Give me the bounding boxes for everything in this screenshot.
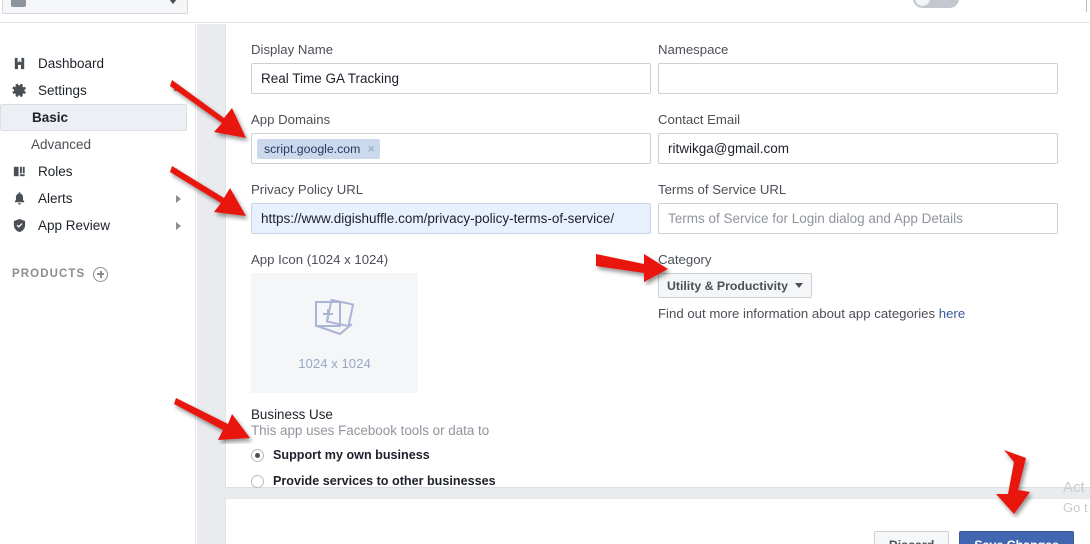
home-icon [12,56,32,71]
category-help-link[interactable]: here [939,306,965,321]
contact-email-field-group: Contact Email [658,112,1065,164]
category-field-group: Category Utility & Productivity Find out… [658,252,1065,321]
discard-button[interactable]: Discard [873,531,950,544]
add-photo-icon [308,296,362,349]
app-domains-label: App Domains [251,112,331,127]
business-use-label: Business Use [251,407,333,422]
products-section-header: PRODUCTS [0,261,195,287]
terms-of-service-url-label: Terms of Service URL [658,182,787,197]
chevron-down-icon [794,283,803,288]
sidebar-item-basic[interactable]: Basic [0,104,187,131]
display-name-label: Display Name [251,42,334,57]
app-icon-dimensions-label: 1024 x 1024 [298,355,371,371]
sidebar-item-dashboard[interactable]: Dashboard [0,50,195,77]
sidebar-item-advanced[interactable]: Advanced [0,131,195,158]
chevron-down-icon [169,0,177,4]
remove-tag-icon[interactable]: × [367,142,375,155]
app-icon-field-group: App Icon (1024 x 1024) 1024 x 1024 [251,252,658,393]
namespace-field-group: Namespace [658,42,1065,94]
app-domains-input[interactable]: script.google.com × [251,133,651,164]
basic-settings-card: Display Name App Domains script.google.c… [225,24,1090,488]
windows-activation-watermark: Act Go t [1063,478,1090,518]
app-domains-field-group: App Domains script.google.com × [251,112,658,164]
sidebar-item-label: Dashboard [38,56,105,71]
namespace-input[interactable] [658,63,1058,94]
roles-icon [12,164,32,179]
privacy-policy-url-input[interactable] [251,203,651,234]
save-changes-button[interactable]: Save Changes [959,531,1074,544]
terms-of-service-url-field-group: Terms of Service URL [658,182,1065,234]
display-name-input[interactable] [251,63,651,94]
sidebar-sub-label: Basic [32,110,69,125]
sidebar-item-settings[interactable]: Settings [0,77,195,104]
left-sidebar: Dashboard Settings Basic Advanced Roles [0,24,196,544]
app-domain-tag-label: script.google.com [264,141,361,156]
header-toggle[interactable] [913,0,959,8]
form-column-right: Namespace Contact Email Terms of Service… [658,42,1065,491]
app-domain-tag: script.google.com × [257,138,380,159]
products-label: PRODUCTS [12,268,86,280]
sidebar-item-app-review[interactable]: App Review [0,212,195,239]
shield-check-icon [12,218,32,233]
sidebar-item-label: Roles [38,164,73,179]
header-divider [1086,0,1087,12]
category-dropdown[interactable]: Utility & Productivity [658,273,812,298]
sidebar-item-alerts[interactable]: Alerts [0,185,195,212]
display-name-field-group: Display Name [251,42,658,94]
contact-email-label: Contact Email [658,112,741,127]
sidebar-item-roles[interactable]: Roles [0,158,195,185]
form-column-left: Display Name App Domains script.google.c… [251,42,658,491]
app-icon-label: App Icon (1024 x 1024) [251,252,389,267]
privacy-policy-url-field-group: Privacy Policy URL [251,182,658,234]
top-header-bar [0,0,1090,23]
sidebar-item-label: App Review [38,218,111,233]
watermark-line-2: Go t [1063,500,1088,515]
business-use-sublabel: This app uses Facebook tools or data to [251,423,490,438]
category-selected-value: Utility & Productivity [667,278,788,293]
contact-email-input[interactable] [658,133,1058,164]
terms-of-service-url-input[interactable] [658,203,1058,234]
footer-action-bar: Discard Save Changes [225,498,1090,544]
main-content-area: Display Name App Domains script.google.c… [197,24,1090,544]
watermark-line-1: Act [1063,479,1085,496]
category-help-prefix: Find out more information about app cate… [658,306,939,321]
bell-icon [12,191,32,206]
app-selector-dropdown[interactable] [2,0,188,14]
plus-circle-icon[interactable] [93,266,109,282]
sidebar-item-label: Settings [38,83,87,98]
app-icon-upload-dropzone[interactable]: 1024 x 1024 [251,273,418,393]
namespace-label: Namespace [658,42,729,57]
chevron-right-icon [176,222,181,230]
sidebar-sub-label: Advanced [31,137,92,152]
privacy-policy-url-label: Privacy Policy URL [251,182,364,197]
radio-provide-services-to-other-businesses[interactable]: Provide services to other businesses [251,471,658,491]
facebook-app-settings-screen: Dashboard Settings Basic Advanced Roles [0,0,1090,544]
radio-label: Support my own business [273,448,430,462]
chevron-right-icon [176,195,181,203]
chevron-down-icon [174,89,183,91]
category-label: Category [658,252,712,267]
radio-label: Provide services to other businesses [273,474,496,488]
sidebar-item-label: Alerts [38,191,73,206]
business-use-field-group: Business Use This app uses Facebook tool… [251,407,658,491]
radio-indicator [251,448,264,462]
app-avatar-icon [11,0,26,7]
category-help-text: Find out more information about app cate… [658,306,1065,321]
radio-indicator [251,474,264,488]
chevron-right-icon [176,168,181,176]
radio-support-my-own-business[interactable]: Support my own business [251,445,658,465]
gear-icon [12,83,32,98]
toggle-knob [915,0,930,6]
